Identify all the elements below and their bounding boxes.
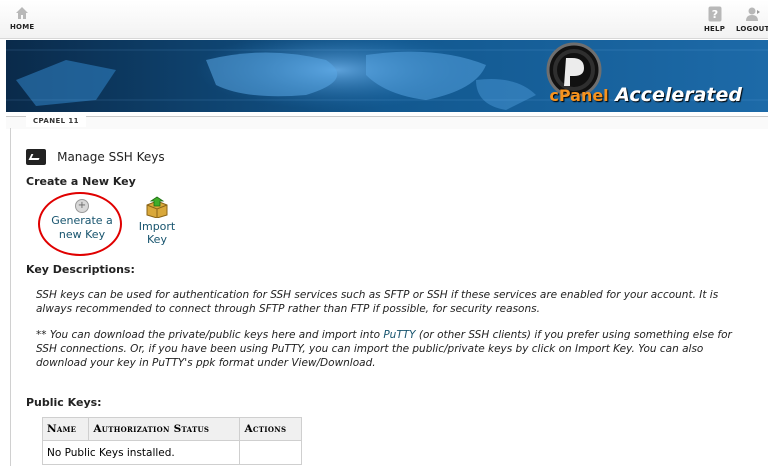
description-paragraph-2: ** You can download the private/public k… [36, 328, 746, 370]
home-icon [16, 7, 29, 19]
terminal-icon [26, 148, 46, 165]
content-left-border [10, 128, 11, 466]
generate-key-label-line1: Generate a [51, 214, 113, 227]
cpanel-brand: cPanel Accelerated [549, 84, 742, 106]
help-icon: ? [708, 6, 722, 22]
import-key-label-line2: Key [147, 233, 167, 246]
public-keys-table: Name Authorization Status Actions No Pub… [41, 417, 302, 465]
table-header-row: Name Authorization Status Actions [41, 417, 302, 441]
import-key-button[interactable]: Import Key [134, 196, 180, 250]
key-descriptions-heading: Key Descriptions: [26, 263, 135, 276]
home-label: HOME [10, 23, 35, 31]
brand-prefix: cPanel [549, 86, 609, 105]
create-key-heading: Create a New Key [26, 175, 136, 188]
page-header: Manage SSH Keys [26, 146, 165, 165]
public-keys-heading: Public Keys: [26, 396, 102, 409]
empty-actions-cell [239, 440, 302, 465]
import-box-icon [146, 196, 168, 218]
empty-keys-message: No Public Keys installed. [41, 440, 241, 465]
version-label: CPANEL 11 [26, 116, 86, 127]
home-button[interactable]: HOME [10, 6, 34, 31]
col-header-actions: Actions [239, 417, 302, 441]
plus-icon: + [75, 199, 89, 213]
brand-suffix: Accelerated [615, 84, 742, 106]
help-button[interactable]: ? HELP [704, 6, 725, 33]
desc-text-start: ** You can download the private/public k… [36, 329, 384, 341]
page-title: Manage SSH Keys [57, 149, 165, 164]
table-row: No Public Keys installed. [41, 440, 302, 465]
top-nav-bar: HOME ? HELP LOGOUT [0, 0, 768, 39]
col-header-name: Name [41, 417, 90, 441]
version-divider [6, 116, 768, 129]
header-banner: cPanel Accelerated [6, 40, 768, 112]
description-paragraph-1: SSH keys can be used for authentication … [36, 289, 719, 315]
help-label: HELP [704, 25, 726, 33]
logout-label: LOGOUT [736, 25, 768, 33]
putty-link[interactable]: PuTTY [383, 329, 415, 341]
logout-button[interactable]: LOGOUT [736, 6, 768, 33]
svg-text:?: ? [711, 8, 717, 21]
logout-icon [745, 7, 760, 21]
generate-key-button[interactable]: + Generate a new Key [42, 196, 122, 256]
col-header-authorization-status: Authorization Status [88, 417, 241, 441]
generate-key-label-line2: new Key [58, 228, 106, 241]
import-key-label-line1: Import [138, 220, 176, 233]
